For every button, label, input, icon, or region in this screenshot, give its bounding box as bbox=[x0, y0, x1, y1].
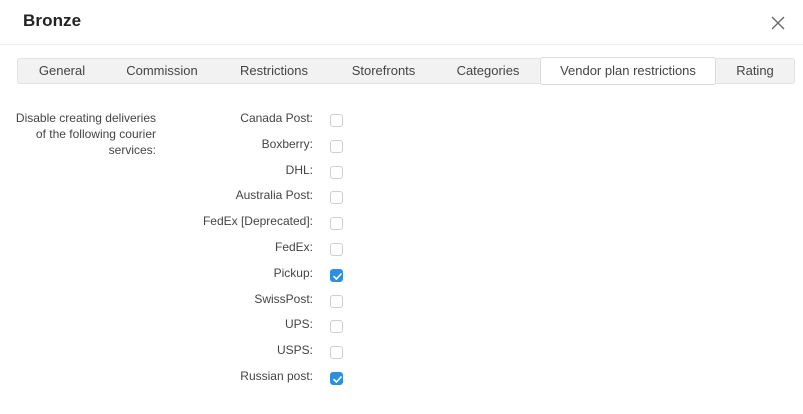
courier-checkbox-swisspost[interactable] bbox=[330, 294, 343, 308]
tab-categories[interactable]: Categories bbox=[437, 58, 539, 84]
header-divider bbox=[0, 44, 803, 45]
courier-label-ups: UPS: bbox=[284, 317, 313, 332]
section-description: Disable creating deliveries of the follo… bbox=[15, 111, 156, 157]
tab-commission[interactable]: Commission bbox=[106, 58, 218, 84]
courier-checkbox-boxberry[interactable] bbox=[330, 139, 343, 153]
courier-label-boxberry: Boxberry: bbox=[261, 136, 313, 151]
courier-label-pickup: Pickup: bbox=[273, 265, 313, 280]
tab-rating[interactable]: Rating bbox=[716, 58, 794, 84]
courier-checkbox-fedex[interactable] bbox=[330, 243, 343, 256]
courier-label-fedex-deprecated: FedEx [Deprecated]: bbox=[202, 214, 313, 229]
close-icon bbox=[771, 16, 785, 30]
tab-bar: General Commission Restrictions Storefro… bbox=[17, 57, 795, 85]
courier-label-swisspost: SwissPost: bbox=[254, 291, 313, 306]
courier-checkbox-australia-post[interactable] bbox=[330, 191, 343, 205]
courier-checkbox-pickup[interactable] bbox=[330, 268, 343, 282]
close-button[interactable] bbox=[769, 14, 787, 32]
courier-label-usps: USPS: bbox=[276, 343, 313, 358]
courier-checkbox-fedex-deprecated[interactable] bbox=[330, 217, 343, 231]
courier-checkbox-canada-post[interactable] bbox=[330, 114, 343, 127]
dialog-title: Bronze bbox=[23, 11, 82, 30]
courier-label-canada-post: Canada Post: bbox=[240, 111, 313, 125]
tab-vendor-plan-restrictions[interactable]: Vendor plan restrictions bbox=[540, 57, 716, 85]
tab-storefronts[interactable]: Storefronts bbox=[330, 58, 437, 84]
checkmark-icon bbox=[333, 272, 342, 280]
courier-checkbox-usps[interactable] bbox=[330, 346, 343, 360]
tab-restrictions[interactable]: Restrictions bbox=[218, 58, 330, 84]
tab-general[interactable]: General bbox=[18, 58, 106, 84]
courier-checkbox-ups[interactable] bbox=[330, 320, 343, 334]
courier-checkbox-dhl[interactable] bbox=[330, 165, 343, 179]
courier-label-dhl: DHL: bbox=[285, 162, 313, 177]
courier-label-fedex: FedEx: bbox=[274, 240, 313, 254]
courier-checkbox-russian-post[interactable] bbox=[330, 372, 343, 385]
checkmark-icon bbox=[333, 376, 342, 383]
courier-label-russian-post: Russian post: bbox=[240, 369, 313, 383]
courier-label-australia-post: Australia Post: bbox=[235, 188, 313, 203]
